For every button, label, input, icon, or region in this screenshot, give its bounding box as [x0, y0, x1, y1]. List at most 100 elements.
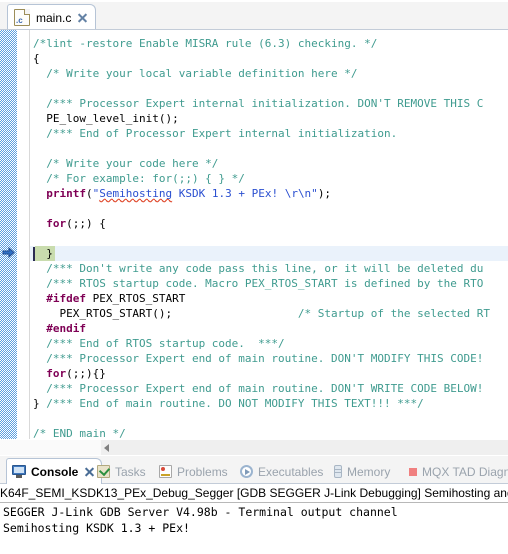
- tab-bar-top-line: [0, 0, 508, 2]
- code-token: KSDK 1.3 + PEx! \r\n": [172, 187, 318, 200]
- c-file-icon: .c: [14, 9, 30, 26]
- code-text-lines[interactable]: /*lint -restore Enable MISRA rule (6.3) …: [0, 30, 508, 439]
- console-tab-label: Tasks: [115, 464, 146, 479]
- code-token: /*** End of main routine. DO NOT MODIFY …: [46, 397, 424, 410]
- code-token: for: [46, 367, 67, 380]
- scrollbar-left-pad: [0, 440, 101, 455]
- console-title-separator: [0, 502, 508, 503]
- console-tab-executables[interactable]: Executables: [240, 459, 323, 484]
- code-line: /* Write your local variable definition …: [33, 66, 358, 81]
- code-token: PE_low_level_init();: [33, 112, 179, 125]
- console-tab-label: Executables: [258, 464, 324, 479]
- code-token: }: [33, 247, 53, 260]
- console-output-text[interactable]: SEGGER J-Link GDB Server V4.98b - Termin…: [0, 504, 508, 554]
- code-token: /* END main */: [33, 427, 126, 439]
- code-line: /* END main */: [33, 426, 126, 439]
- console-tab-label: Console: [31, 464, 79, 479]
- code-token: /*** End of Processor Expert internal in…: [33, 127, 398, 140]
- code-line: #ifdef PEX_RTOS_START: [33, 291, 185, 306]
- code-line: PE_low_level_init();: [33, 111, 179, 126]
- code-line: /*** End of Processor Expert internal in…: [33, 126, 397, 141]
- console-tab-label: Problems: [177, 464, 228, 479]
- current-line-highlight: [30, 246, 508, 261]
- code-line: /*** Don't write any code pass this line…: [33, 261, 483, 276]
- console-tab-label: Memory: [347, 464, 391, 479]
- code-token: (;;) {: [66, 217, 106, 230]
- file-icon-letter: .c: [16, 16, 23, 25]
- console-tab-memory[interactable]: Memory: [334, 459, 390, 484]
- code-line: #endif: [33, 321, 86, 336]
- tasks-icon: [97, 465, 110, 478]
- code-token: /*lint -restore Enable MISRA rule (6.3) …: [33, 37, 378, 50]
- console-tab-tasks[interactable]: Tasks: [97, 459, 146, 484]
- memory-icon: [334, 465, 342, 478]
- console-tab-label: MQX TAD Diagnos: [422, 464, 508, 479]
- code-token: }: [33, 397, 47, 410]
- eclipse-ide-window: .c main.c /*lint -restore Enable MISRA r…: [0, 0, 508, 554]
- console-tab-bar: Console Tasks Problems Executables Memory MQX…: [0, 456, 508, 484]
- editor-tab-main-c[interactable]: .c main.c: [7, 4, 97, 30]
- code-token: #ifdef: [46, 292, 86, 305]
- code-token: /*** Processor Expert internal initializ…: [33, 97, 484, 110]
- code-token: /*** Don't write any code pass this line…: [33, 262, 484, 275]
- code-line: for(;;) {: [33, 216, 106, 231]
- console-output-line: Semihosting KSDK 1.3 + PEx!: [3, 521, 190, 535]
- code-line: /* For example: for(;;) { } */: [33, 171, 245, 186]
- code-line: /*** Processor Expert end of main routin…: [33, 381, 483, 396]
- code-token: PEX_RTOS_START();: [33, 307, 298, 320]
- editor-tab-bar: .c main.c: [0, 0, 508, 30]
- code-token: Semihosting: [99, 187, 173, 200]
- console-output-line: SEGGER J-Link GDB Server V4.98b - Termin…: [3, 505, 398, 519]
- code-token: /* Write your code here */: [33, 157, 219, 170]
- problems-icon: [159, 465, 172, 478]
- debug-current-instruction-arrow-icon: [2, 246, 15, 259]
- code-token: /* For example: for(;;) { } */: [33, 172, 245, 185]
- code-surface[interactable]: /*lint -restore Enable MISRA rule (6.3) …: [0, 30, 508, 439]
- code-line: printf("Semihosting KSDK 1.3 + PEx! \r\n…: [33, 186, 331, 201]
- mqx-tad-icon: [409, 467, 417, 476]
- console-view-panel: Console Tasks Problems Executables Memory MQX…: [0, 455, 508, 554]
- code-line: /*lint -restore Enable MISRA rule (6.3) …: [33, 36, 377, 51]
- code-line: /*** Processor Expert internal initializ…: [33, 96, 483, 111]
- code-token: {: [33, 52, 40, 65]
- code-token: /* Startup of the selected RT: [297, 307, 490, 320]
- code-token: for: [46, 217, 67, 230]
- scroll-left-arrow-icon[interactable]: [104, 444, 109, 452]
- code-line: /* Write your code here */: [33, 156, 218, 171]
- code-token: /*** Processor Expert end of main routin…: [33, 382, 484, 395]
- code-line: /*** Processor Expert end of main routin…: [33, 351, 483, 366]
- editor-horizontal-scrollbar[interactable]: [0, 439, 508, 455]
- code-line: PEX_RTOS_START(); /* Startup of the sele…: [33, 306, 490, 321]
- console-icon: [12, 465, 26, 478]
- code-line: /*** End of RTOS startup code. ***/: [33, 336, 285, 351]
- code-line: for(;;){}: [33, 366, 106, 381]
- file-icon-corner: [24, 9, 30, 15]
- code-token: printf: [46, 187, 86, 200]
- executables-icon: [240, 465, 253, 478]
- code-token: /*** End of RTOS startup code. ***/: [33, 337, 285, 350]
- code-editor-area: .c main.c /*lint -restore Enable MISRA r…: [0, 0, 508, 455]
- console-tab-mqx-tad-diagnos[interactable]: MQX TAD Diagnos: [409, 459, 508, 484]
- code-line: }: [33, 246, 53, 261]
- code-token: /*** Processor Expert end of main routin…: [33, 352, 484, 365]
- code-token: (;;){}: [66, 367, 106, 380]
- code-line: /*** RTOS startup code. Macro PEX_RTOS_S…: [33, 276, 483, 291]
- close-icon[interactable]: [77, 12, 88, 23]
- code-token: #endif: [46, 322, 86, 335]
- editor-tab-label: main.c: [36, 10, 72, 25]
- code-token: /* Write your local variable definition …: [33, 67, 358, 80]
- console-tab-problems[interactable]: Problems: [159, 459, 228, 484]
- code-token: /*** RTOS startup code. Macro PEX_RTOS_S…: [33, 277, 484, 290]
- close-icon[interactable]: [84, 466, 95, 477]
- scrollbar-track[interactable]: [101, 440, 508, 455]
- code-token: (: [86, 187, 93, 200]
- console-tab-console[interactable]: Console: [6, 458, 103, 484]
- code-token: );: [317, 187, 332, 200]
- console-title-label: K64F_SEMI_KSDK13_PEx_Debug_Segger [GDB S…: [0, 486, 508, 500]
- code-line: {: [33, 51, 40, 66]
